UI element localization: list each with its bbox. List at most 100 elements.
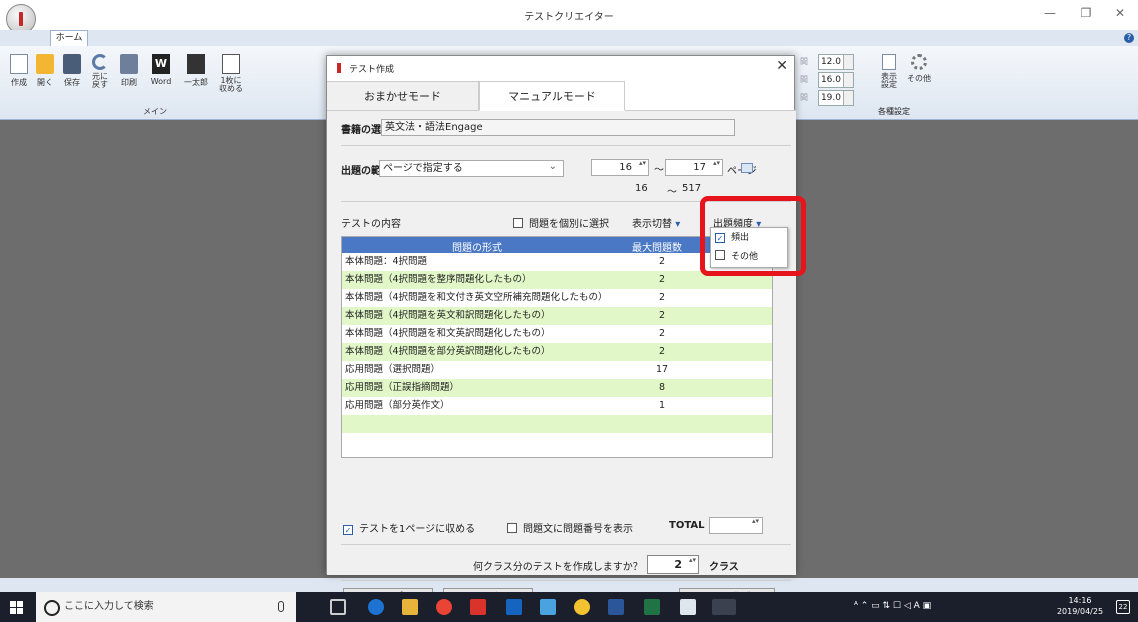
taskbar: ここに入力して検索 ᴬ ⌃ ▭ ⇅ ☐ ◁ A ▣ 14:16 2019/04/2… [0, 592, 1138, 622]
app-icon[interactable] [540, 599, 556, 615]
new-doc-icon [10, 54, 28, 74]
table-row[interactable]: 本体問題（4択問題を部分英訳問題化したもの） 2 [342, 343, 772, 361]
printer-icon [120, 54, 138, 74]
group-main-label: メイン [143, 107, 167, 116]
display-toggle-dropdown[interactable]: 表示切替 ▾ [632, 215, 680, 230]
ichitaro-button[interactable]: 一太郎 [180, 54, 212, 88]
other-settings-button[interactable]: その他 [904, 54, 934, 84]
photos-icon[interactable] [680, 599, 696, 615]
dialog-close-button[interactable]: ✕ [776, 58, 788, 74]
create-button[interactable]: 作成 [8, 54, 30, 88]
select-individually-checkbox[interactable]: 問題を個別に選択 [513, 215, 609, 230]
header-format: 問題の形式 [452, 243, 502, 254]
edge-icon[interactable] [368, 599, 384, 615]
restore-button[interactable]: ❐ [1076, 6, 1096, 20]
ribbon-tab-row: ホーム ? [0, 30, 1138, 46]
tab-manual-mode[interactable]: マニュアルモード [479, 81, 625, 111]
app-window: テストクリエイター — ❐ ✕ ホーム ? 作成 開く 保存 元に 戻す 印刷 … [0, 0, 1138, 622]
task-view-icon[interactable] [330, 599, 346, 615]
size-spin-3[interactable]: 19.0 [818, 90, 854, 106]
word-button[interactable]: W Word [146, 54, 176, 86]
clock[interactable]: 14:16 2019/04/25 [1050, 595, 1110, 617]
file-explorer-icon[interactable] [402, 599, 418, 615]
save-button[interactable]: 保存 [60, 54, 84, 88]
undo-button[interactable]: 元に 戻す [88, 54, 112, 89]
dialog-app-icon [337, 63, 341, 73]
checkbox-icon [507, 523, 517, 533]
total-input[interactable] [709, 517, 763, 534]
class-unit-label: クラス [709, 562, 739, 573]
size-spin-1[interactable]: 12.0 [818, 54, 854, 70]
table-row[interactable]: 本体問題（4択問題を和文付き英文空所補充問題化したもの） 2 [342, 289, 772, 307]
table-row[interactable]: 本体問題（4択問題を英文和訳問題化したもの） 2 [342, 307, 772, 325]
manual-mode-pane: 書籍の選択 英文法・語法Engage 出題の範囲 ページで指定する 16 〜 1… [327, 111, 796, 608]
close-window-button[interactable]: ✕ [1110, 6, 1130, 20]
class-count-stepper[interactable]: 2 [647, 555, 699, 574]
test-content-label: テストの内容 [341, 219, 401, 230]
class-question-label: 何クラス分のテストを作成しますか？ [473, 562, 643, 573]
divider [341, 544, 791, 545]
header-max: 最大問題数 [632, 243, 682, 254]
chrome-icon[interactable] [436, 599, 452, 615]
fit-one-page-button[interactable]: 1枚に 収める [216, 54, 246, 93]
word-taskbar-icon[interactable] [608, 599, 624, 615]
ribbon-label-2: 間 [800, 75, 808, 84]
window-title: テストクリエイター [524, 12, 614, 23]
app-icon[interactable] [574, 599, 590, 615]
divider [341, 145, 791, 146]
tab-auto-mode[interactable]: おまかせモード [327, 81, 479, 111]
tab-home[interactable]: ホーム [50, 30, 88, 46]
highlight-annotation [700, 196, 806, 276]
open-button[interactable]: 開く [34, 54, 56, 88]
table-row[interactable]: 応用問題（正誤指摘問題） 8 [342, 379, 772, 397]
page-min-value: 16 [635, 183, 648, 194]
notification-icon[interactable]: 22 [1116, 600, 1130, 614]
help-icon[interactable]: ? [1124, 33, 1134, 43]
checkbox-checked-icon: ✓ [343, 525, 353, 535]
table-row[interactable]: 応用問題（選択問題） 17 [342, 361, 772, 379]
table-row-empty [342, 433, 772, 451]
test-create-dialog: テスト作成 ✕ おまかせモード マニュアルモード 書籍の選択 英文法・語法Eng… [326, 55, 796, 608]
divider [341, 580, 791, 581]
range-tilde: 〜 [654, 165, 664, 176]
save-icon [63, 54, 81, 74]
microphone-icon[interactable] [278, 601, 284, 612]
test-creator-taskbar-icon[interactable] [712, 599, 736, 615]
ribbon-label-3: 間 [800, 93, 808, 102]
windows-start-icon[interactable] [10, 601, 24, 615]
page-max-value: 517 [682, 183, 702, 194]
folder-icon [36, 54, 54, 74]
ichitaro-icon [187, 54, 205, 74]
fit-one-page-checkbox[interactable]: ✓ テストを1ページに収める [343, 520, 475, 535]
page-from-input[interactable]: 16 [591, 159, 649, 176]
app-icon[interactable] [470, 599, 486, 615]
range-mode-select[interactable]: ページで指定する [379, 159, 564, 177]
checkbox-icon [513, 218, 523, 228]
tray-icons[interactable]: ᴬ ⌃ ▭ ⇅ ☐ ◁ A ▣ [854, 601, 964, 611]
ribbon-label-1: 間 [800, 57, 808, 66]
excel-icon[interactable] [644, 599, 660, 615]
table-row[interactable]: 応用問題（部分英作文） 1 [342, 397, 772, 415]
display-settings-icon [882, 54, 896, 70]
table-row-empty [342, 415, 772, 433]
range-tilde-2: 〜 [667, 187, 677, 198]
title-bar: テストクリエイター — ❐ ✕ [0, 0, 1138, 34]
undo-icon [92, 54, 108, 70]
page-to-input[interactable]: 17 [665, 159, 723, 176]
total-label: TOTAL [669, 520, 705, 531]
gear-icon [911, 54, 927, 70]
group-settings-label: 各種設定 [878, 107, 910, 116]
show-numbers-checkbox[interactable]: 問題文に問題番号を表示 [507, 520, 633, 535]
word-icon: W [152, 54, 170, 74]
size-spin-2[interactable]: 16.0 [818, 72, 854, 88]
display-settings-button[interactable]: 表示 設定 [878, 54, 900, 89]
print-button[interactable]: 印刷 [116, 54, 142, 88]
book-field[interactable]: 英文法・語法Engage [381, 119, 735, 136]
outlook-icon[interactable] [506, 599, 522, 615]
minimize-button[interactable]: — [1040, 6, 1060, 20]
fit-page-icon [222, 54, 240, 74]
table-row[interactable]: 本体問題（4択問題を和文英訳問題化したもの） 2 [342, 325, 772, 343]
taskbar-search-input[interactable]: ここに入力して検索 [36, 592, 296, 622]
dialog-title: テスト作成 [349, 65, 395, 75]
page-list-icon[interactable] [741, 163, 753, 173]
